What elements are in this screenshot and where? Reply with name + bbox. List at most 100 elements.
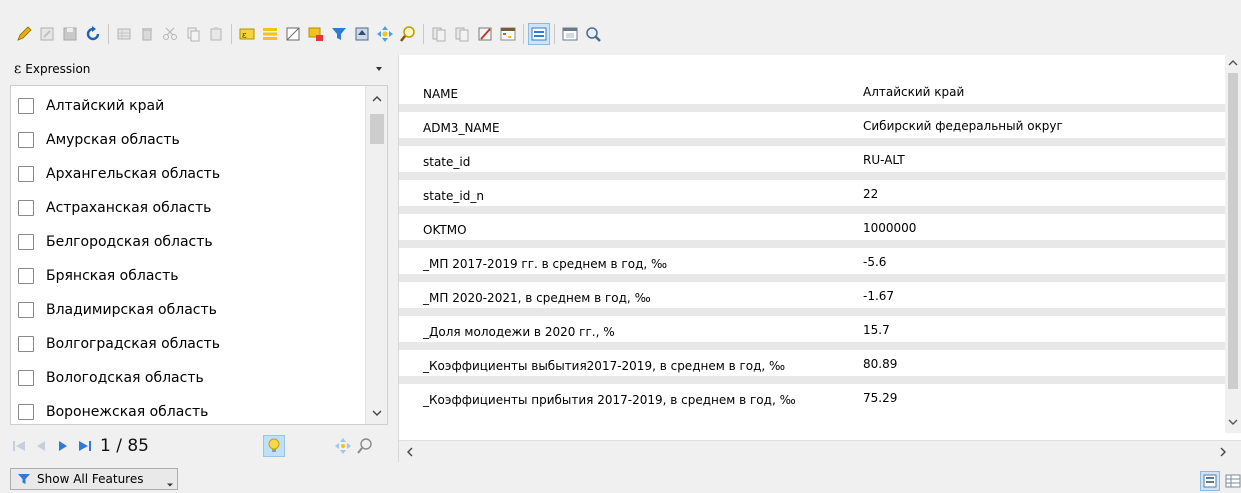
checkbox[interactable]	[18, 132, 34, 148]
attribute-row: NAME Алтайский край	[399, 79, 1227, 113]
form-horizontal-scrollbar[interactable]	[399, 440, 1241, 462]
select-all-icon[interactable]	[260, 24, 280, 44]
filter-icon	[18, 474, 30, 484]
checkbox[interactable]	[18, 166, 34, 182]
list-item-label: Архангельская область	[46, 166, 221, 182]
copy-icon[interactable]	[183, 24, 203, 44]
checkbox[interactable]	[18, 98, 34, 114]
table-view-icon[interactable]	[1224, 472, 1241, 490]
list-item[interactable]: Вологодская область	[11, 361, 365, 395]
row-separator	[399, 172, 1227, 180]
checkbox[interactable]	[18, 302, 34, 318]
cut-icon[interactable]	[160, 24, 180, 44]
list-item-label: Вологодская область	[46, 370, 204, 386]
list-item[interactable]: Астраханская область	[11, 191, 365, 225]
attribute-name: OKTMO	[423, 223, 467, 237]
list-scrollbar-thumb[interactable]	[370, 114, 384, 144]
chevron-down-icon	[376, 67, 382, 71]
lightbulb-icon	[268, 438, 280, 452]
new-field-icon[interactable]	[528, 23, 550, 45]
attribute-value-field[interactable]: Сибирский федеральный округ	[859, 114, 1223, 138]
delete-icon[interactable]	[137, 24, 157, 44]
show-all-features-label: Show All Features	[37, 472, 144, 486]
zoom-to-feature-icon[interactable]	[356, 437, 374, 455]
deselect-icon[interactable]	[306, 24, 326, 44]
row-separator	[399, 138, 1227, 146]
paste-icon[interactable]	[206, 24, 226, 44]
pan-to-feature-icon[interactable]	[334, 437, 352, 455]
list-item[interactable]: Брянская область	[11, 259, 365, 293]
expression-select-icon[interactable]: ε	[237, 24, 257, 44]
attribute-row: ADM3_NAME Сибирский федеральный округ	[399, 113, 1227, 147]
attribute-value-field[interactable]: 75.29	[859, 386, 1223, 410]
attribute-name: state_id_n	[423, 189, 484, 203]
form-scrollbar-thumb[interactable]	[1228, 73, 1238, 389]
reload-icon[interactable]	[83, 24, 103, 44]
checkbox[interactable]	[18, 370, 34, 386]
field-calculator-icon[interactable]	[475, 24, 495, 44]
checkbox[interactable]	[18, 268, 34, 284]
chevron-up-icon[interactable]	[372, 94, 382, 104]
checkbox[interactable]	[18, 404, 34, 420]
toolbar-separator	[108, 24, 109, 44]
list-item[interactable]: Алтайский край	[11, 89, 365, 123]
attribute-value-field[interactable]: -1.67	[859, 284, 1223, 308]
highlight-feature-button[interactable]	[263, 435, 285, 457]
attribute-name: state_id	[423, 155, 471, 169]
list-item[interactable]: Владимирская область	[11, 293, 365, 327]
list-item[interactable]: Воронежская область	[11, 395, 365, 424]
attribute-value-field[interactable]: RU-ALT	[859, 148, 1223, 172]
chevron-up-icon[interactable]	[1228, 58, 1238, 68]
invert-selection-icon[interactable]	[283, 24, 303, 44]
checkbox[interactable]	[18, 200, 34, 216]
attribute-name: _Коэффициенты прибытия 2017-2019, в сред…	[423, 393, 796, 407]
form-scrollbar[interactable]	[1225, 55, 1241, 433]
dock-icon[interactable]	[583, 24, 603, 44]
pan-map-icon[interactable]	[375, 24, 395, 44]
chevron-right-icon[interactable]	[1218, 447, 1228, 457]
attribute-value-field[interactable]: Алтайский край	[859, 80, 1223, 104]
checkbox[interactable]	[18, 234, 34, 250]
move-top-icon[interactable]	[352, 24, 372, 44]
zoom-map-icon[interactable]	[398, 24, 418, 44]
list-item[interactable]: Архангельская область	[11, 157, 365, 191]
pencil-icon[interactable]	[14, 24, 34, 44]
actions-icon[interactable]	[560, 24, 580, 44]
form-view-icon[interactable]	[1200, 471, 1220, 491]
attribute-name: _Доля молодежи в 2020 гг., %	[423, 325, 615, 339]
toolbar-buttons: ε	[14, 22, 606, 46]
add-feature-icon[interactable]	[114, 24, 134, 44]
expression-dropdown[interactable]: ε Expression	[10, 55, 388, 83]
attribute-row: _МП 2017-2019 гг. в среднем в год, ‰ -5.6	[399, 249, 1227, 283]
feature-navigation: 1 / 85	[10, 431, 388, 461]
attribute-name: _МП 2020-2021, в среднем в год, ‰	[423, 291, 651, 305]
attribute-value-field[interactable]: 80.89	[859, 352, 1223, 376]
first-feature-icon[interactable]	[10, 437, 28, 455]
chevron-down-icon[interactable]	[1228, 417, 1238, 427]
list-item-label: Воронежская область	[46, 404, 209, 420]
attribute-value-field[interactable]: 1000000	[859, 216, 1223, 240]
filter-icon[interactable]	[329, 24, 349, 44]
last-feature-icon[interactable]	[76, 437, 94, 455]
attribute-name: _МП 2017-2019 гг. в среднем в год, ‰	[423, 257, 668, 271]
list-scrollbar[interactable]	[365, 86, 387, 424]
list-item[interactable]: Белгородская область	[11, 225, 365, 259]
list-item[interactable]: Амурская область	[11, 123, 365, 157]
checkbox[interactable]	[18, 336, 34, 352]
attribute-value-field[interactable]: 22	[859, 182, 1223, 206]
copy-cells-icon[interactable]	[429, 24, 449, 44]
chevron-down-icon[interactable]	[372, 408, 382, 418]
chevron-left-icon[interactable]	[405, 447, 415, 457]
show-all-features-button[interactable]: Show All Features	[10, 468, 178, 490]
attribute-value-field[interactable]: 15.7	[859, 318, 1223, 342]
attribute-row: state_id_n 22	[399, 181, 1227, 215]
attribute-value-field[interactable]: -5.6	[859, 250, 1223, 274]
paste-cells-icon[interactable]	[452, 24, 472, 44]
list-item[interactable]: Волгоградская область	[11, 327, 365, 361]
multi-edit-icon[interactable]	[37, 24, 57, 44]
conditional-format-icon[interactable]	[498, 24, 518, 44]
row-separator	[399, 376, 1227, 384]
save-icon[interactable]	[60, 24, 80, 44]
next-feature-icon[interactable]	[54, 437, 72, 455]
previous-feature-icon[interactable]	[32, 437, 50, 455]
